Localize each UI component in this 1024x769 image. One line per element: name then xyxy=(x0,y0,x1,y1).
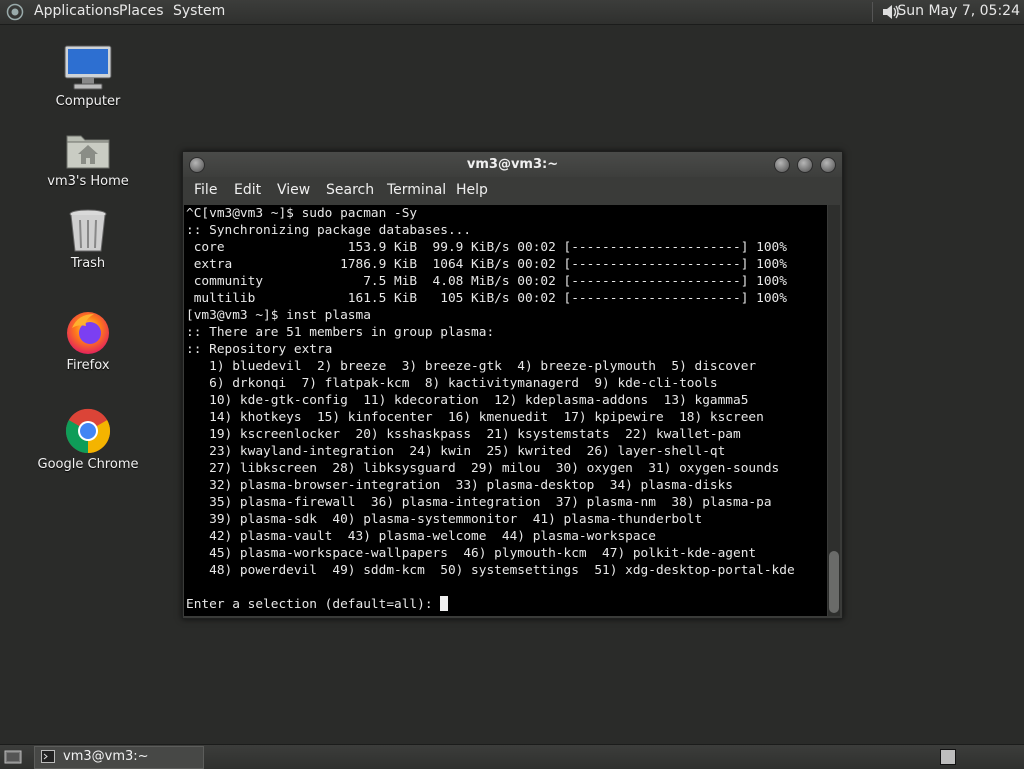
firefox-icon xyxy=(67,312,109,354)
desktop-icon-label: Google Chrome xyxy=(37,457,139,472)
menu-view[interactable]: View xyxy=(277,182,310,198)
terminal-output[interactable]: ^C[vm3@vm3 ~]$ sudo pacman -Sy :: Synchr… xyxy=(184,205,827,616)
desktop-icon-computer[interactable]: Computer xyxy=(33,44,143,109)
system-menu[interactable]: System xyxy=(173,3,225,19)
desktop-icon-label: Trash xyxy=(70,256,106,271)
show-desktop-icon[interactable] xyxy=(4,748,22,766)
menu-file[interactable]: File xyxy=(194,182,217,198)
menu-terminal[interactable]: Terminal xyxy=(387,182,446,198)
top-panel: Applications Places System Sun May 7, 05… xyxy=(0,0,1024,25)
desktop-icon-home[interactable]: vm3's Home xyxy=(33,128,143,189)
desktop-icon-firefox[interactable]: Firefox xyxy=(33,308,143,373)
menu-search[interactable]: Search xyxy=(326,182,374,198)
applications-menu[interactable]: Applications xyxy=(34,3,120,19)
gnome-foot-icon[interactable] xyxy=(6,3,24,21)
desktop-icon-trash[interactable]: Trash xyxy=(33,208,143,271)
window-titlebar[interactable]: vm3@vm3:~ xyxy=(183,152,842,177)
trash-icon xyxy=(69,209,107,252)
desktop-icon-label: Computer xyxy=(55,94,121,109)
desktop-icon-chrome[interactable]: Google Chrome xyxy=(33,407,143,472)
text-cursor xyxy=(440,596,449,611)
terminal-window[interactable]: vm3@vm3:~ File Edit View Search Terminal… xyxy=(182,151,843,619)
scrollbar-thumb[interactable] xyxy=(829,551,839,613)
clock[interactable]: Sun May 7, 05:24 xyxy=(897,3,1020,19)
panel-separator xyxy=(872,2,873,22)
desktop-icon-label: vm3's Home xyxy=(47,174,129,189)
workspace-switcher[interactable] xyxy=(940,749,956,765)
home-folder-icon xyxy=(66,135,110,169)
window-title: vm3@vm3:~ xyxy=(466,157,559,172)
taskbar-button-label: vm3@vm3:~ xyxy=(63,749,149,764)
close-icon[interactable] xyxy=(820,157,836,173)
menu-edit[interactable]: Edit xyxy=(234,182,261,198)
minimize-icon[interactable] xyxy=(774,157,790,173)
terminal-text: ^C[vm3@vm3 ~]$ sudo pacman -Sy :: Synchr… xyxy=(186,206,795,578)
terminal-prompt: Enter a selection (default=all): xyxy=(186,597,441,612)
terminal-prompt-line: Enter a selection (default=all): xyxy=(184,596,827,613)
computer-icon xyxy=(64,45,112,90)
menu-help[interactable]: Help xyxy=(456,182,488,198)
terminal-scrollbar[interactable] xyxy=(828,205,840,616)
taskbar-button-terminal[interactable]: vm3@vm3:~ xyxy=(34,746,204,769)
chrome-icon xyxy=(65,408,111,454)
maximize-icon[interactable] xyxy=(797,157,813,173)
bottom-panel: vm3@vm3:~ xyxy=(0,744,1024,769)
desktop-icon-label: Firefox xyxy=(66,358,110,373)
terminal-icon xyxy=(41,750,55,763)
terminal-menubar: File Edit View Search Terminal Help xyxy=(183,177,842,205)
places-menu[interactable]: Places xyxy=(119,3,164,19)
